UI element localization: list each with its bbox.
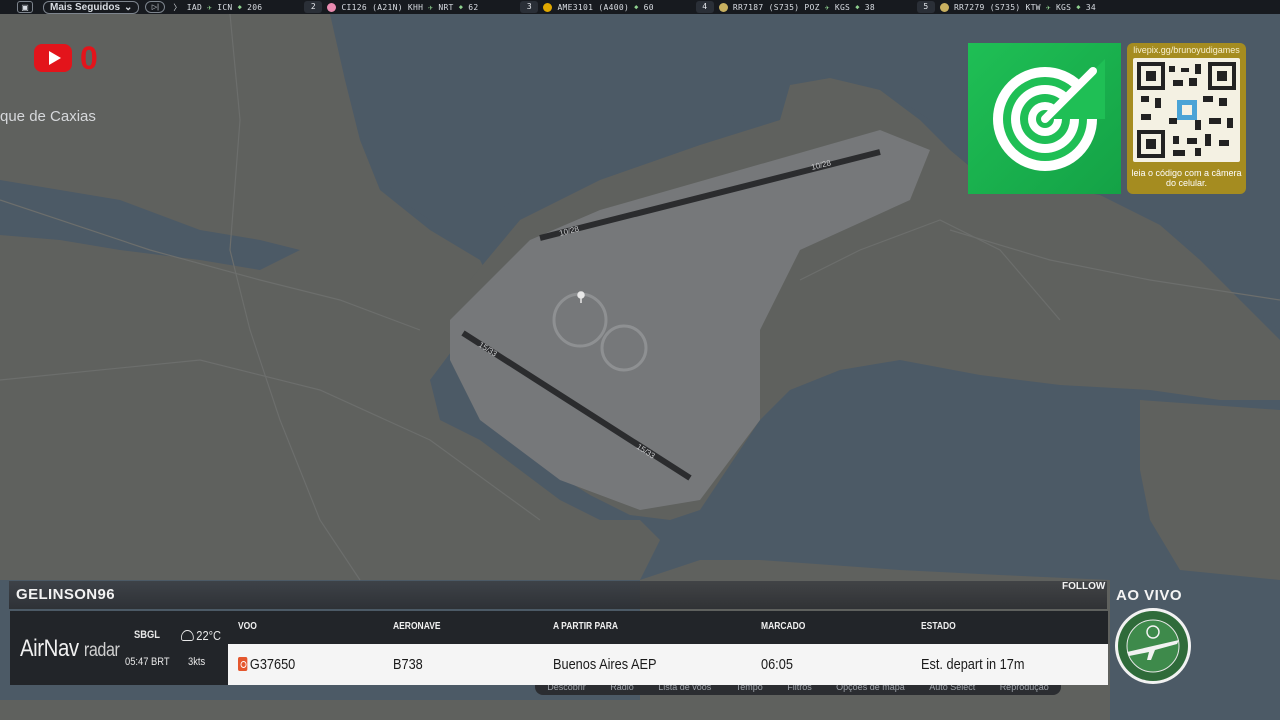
flight-panel-header (9, 581, 1107, 609)
temperature-value: 22°C (196, 628, 221, 643)
menu-item-playback[interactable]: Reprodução (1000, 685, 1049, 692)
qr-caption: leia o código com a câmera do celular. (1131, 168, 1242, 188)
follow-button[interactable]: FOLLOW (1062, 581, 1105, 592)
ticker-item[interactable]: 5 RR7279 (S735) KTW ✈ KGS ◆ 34 (916, 1, 1097, 13)
ticker-from: IAD (186, 2, 203, 12)
menu-item-discover[interactable]: Descobrir (547, 685, 586, 692)
viewers-icon: ◆ (634, 3, 639, 11)
youtube-counter: 0 (34, 40, 98, 76)
ticker-count: 60 (643, 2, 654, 12)
ticker-rank: 5 (916, 1, 935, 13)
skip-icon[interactable]: ▷| (145, 1, 166, 13)
plane-icon: ✈ (207, 2, 213, 12)
youtube-count: 0 (80, 40, 98, 76)
ticker-item[interactable]: 4 RR7187 (S735) POZ ✈ KGS ◆ 38 (695, 1, 875, 13)
col-header-aircraft: AERONAVE (393, 621, 441, 632)
bottom-menu: Descobrir Rádio Lista de voos Tempo Filt… (535, 685, 1061, 695)
ticker-count: 38 (864, 2, 875, 12)
wind-speed: 3kts (188, 656, 206, 668)
south-land-west (0, 700, 640, 720)
brand-suffix: radar (83, 640, 120, 661)
col-header-status: ESTADO (921, 621, 956, 632)
ticker-flight: RR7279 (S735) (953, 2, 1021, 12)
ticker-to: NRT (438, 2, 454, 12)
ticker-rank: 2 (304, 1, 323, 13)
menu-item-map-options[interactable]: Opções de mapa (836, 685, 905, 692)
temperature: 22°C (181, 628, 221, 643)
airline-logo-icon (238, 657, 248, 671)
ticker-count: 206 (247, 2, 263, 12)
qr-code-icon (1133, 58, 1240, 162)
flight-number-text: G37650 (249, 656, 296, 673)
top-ticker-bar: ▣ Mais Seguidos ⌄ ▷| 〉 IAD ✈ ICN ◆ 206 2… (0, 0, 1280, 14)
flight-number[interactable]: G37650 (238, 656, 295, 673)
ticker-from: KTW (1025, 2, 1041, 12)
ticker-from: POZ (804, 2, 820, 12)
ticker-count: 34 (1085, 2, 1097, 12)
airline-logo-icon (718, 2, 728, 12)
filter-label: Mais Seguidos (50, 1, 121, 13)
ticker-from: KHH (407, 2, 424, 12)
menu-icon[interactable]: ▣ (17, 1, 33, 13)
ticker-rank: 3 (520, 1, 539, 13)
scheduled-time: 06:05 (761, 656, 793, 673)
ticker-rank: 4 (695, 1, 714, 13)
local-time: 05:47 BRT (125, 656, 170, 668)
plane-icon: ✈ (824, 2, 830, 12)
ticker-flight: CI126 (A21N) (341, 2, 403, 12)
ticker-count: 62 (468, 2, 479, 12)
menu-item-flight-list[interactable]: Lista de voos (658, 685, 711, 692)
chevron-down-icon: ⌄ (124, 1, 133, 13)
live-label: AO VIVO (1116, 587, 1183, 604)
viewers-icon: ◆ (1076, 3, 1081, 11)
ticker-flight: RR7187 (S735) (732, 2, 800, 12)
plane-icon: ✈ (1045, 2, 1051, 12)
flight-status: Est. depart in 17m (921, 656, 1025, 673)
aircraft-type: B738 (393, 656, 423, 673)
airport-icao: SBGL (134, 629, 160, 641)
livepix-link[interactable]: livepix.gg/brunoyudigames (1127, 45, 1246, 55)
airline-logo-icon (543, 2, 553, 12)
livepix-qr-card[interactable]: livepix.gg/brunoyudigames leia o código … (1127, 43, 1246, 194)
ticker-item[interactable]: 〉 IAD ✈ ICN ◆ 206 (173, 2, 262, 13)
brand-name: AirNav (20, 635, 79, 662)
radar-icon (992, 58, 1105, 171)
youtube-icon (34, 44, 72, 72)
ticker-to: KGS (1055, 2, 1072, 12)
destination: Buenos Aires AEP (553, 656, 657, 673)
menu-item-weather[interactable]: Tempo (736, 685, 763, 692)
stream-overlay: ▣ Mais Seguidos ⌄ ▷| 〉 IAD ✈ ICN ◆ 206 2… (0, 0, 1280, 720)
filter-dropdown[interactable]: Mais Seguidos ⌄ (43, 0, 140, 14)
ticker-list: 〉 IAD ✈ ICN ◆ 206 2 CI126 (A21N) KHH ✈ N… (173, 1, 1138, 13)
menu-item-radio[interactable]: Rádio (610, 685, 634, 692)
ticker-item[interactable]: 3 AME3101 (A400) ◆ 60 (520, 1, 654, 13)
col-header-scheduled: MARCADO (761, 621, 806, 632)
ticker-flight: AME3101 (A400) (557, 2, 630, 12)
chevron-right-icon: 〉 (173, 2, 182, 12)
menu-item-filters[interactable]: Filtros (787, 685, 812, 692)
pilot-name: GELINSON96 (16, 586, 116, 603)
plane-icon: ✈ (428, 2, 434, 12)
ticker-to: ICN (217, 2, 233, 12)
ticker-to: KGS (834, 2, 851, 12)
map-place-label: que de Caxias (0, 108, 96, 125)
ticker-item[interactable]: 2 CI126 (A21N) KHH ✈ NRT ◆ 62 (304, 1, 478, 13)
viewers-icon: ◆ (237, 3, 243, 11)
radar-app-logo (968, 43, 1121, 194)
airline-logo-icon (327, 2, 337, 12)
col-header-from-to: A PARTIR PARA (553, 621, 619, 632)
channel-badge-logo (1115, 608, 1191, 684)
col-header-flight: VOO (238, 621, 257, 632)
viewers-icon: ◆ (458, 3, 464, 11)
menu-item-auto-select[interactable]: Auto Select (929, 685, 975, 692)
airline-logo-icon (939, 2, 949, 12)
viewers-icon: ◆ (855, 3, 860, 11)
cloud-icon (181, 630, 194, 641)
airnav-logo: AirNav radar (20, 635, 120, 663)
